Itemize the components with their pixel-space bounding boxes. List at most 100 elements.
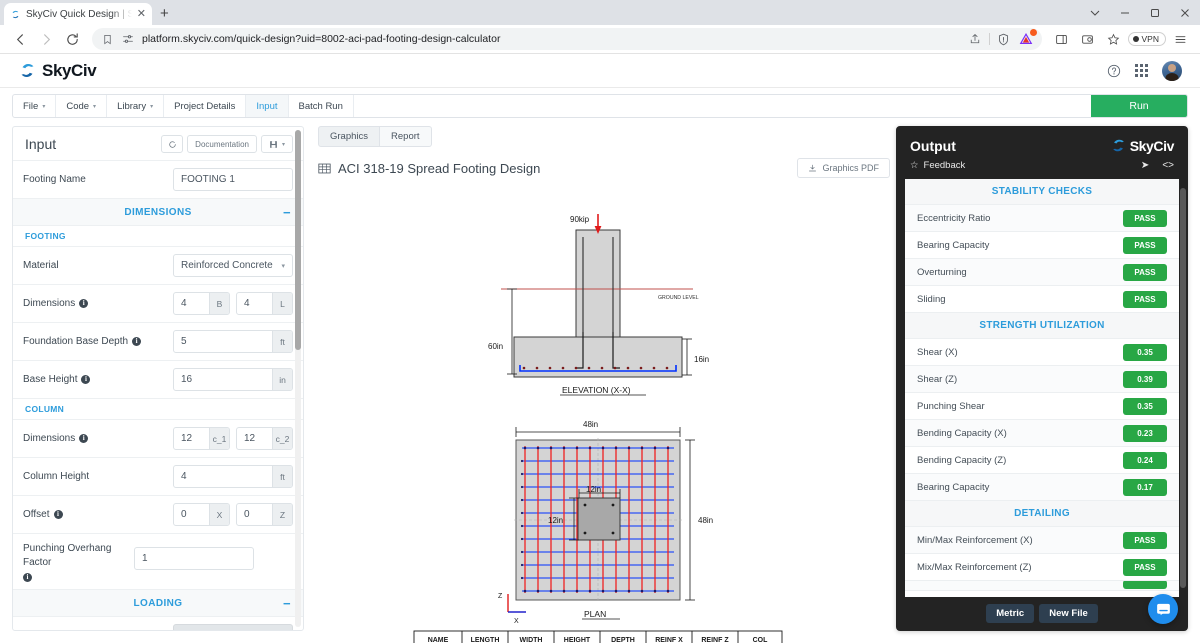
- address-bar[interactable]: platform.skyciv.com/quick-design?uid=800…: [92, 28, 1042, 50]
- output-row[interactable]: Shear (Z) 0.39: [905, 366, 1179, 393]
- graphics-title-row: ACI 318-19 Spread Footing Design Graphic…: [318, 158, 890, 178]
- info-icon[interactable]: i: [81, 375, 90, 384]
- column-c1-field[interactable]: c_1: [173, 427, 230, 450]
- menu-item-input[interactable]: Input: [246, 95, 288, 117]
- output-results-list[interactable]: STABILITY CHECKS Eccentricity Ratio PASS…: [905, 179, 1179, 597]
- feedback-button[interactable]: ☆ Feedback: [910, 160, 965, 171]
- forward-icon[interactable]: [34, 27, 58, 51]
- footing-dim-l-field[interactable]: L: [236, 292, 293, 315]
- new-file-button[interactable]: New File: [1039, 604, 1098, 623]
- menu-item-batch-run[interactable]: Batch Run: [289, 95, 354, 117]
- output-row[interactable]: Mix/Max Reinforcement (Z) PASS: [905, 554, 1179, 581]
- output-row[interactable]: Bearing Capacity PASS: [905, 232, 1179, 259]
- extension-icon[interactable]: [1018, 31, 1034, 47]
- base-height-input[interactable]: [174, 369, 272, 390]
- output-row[interactable]: Bending Capacity (Z) 0.24: [905, 447, 1179, 474]
- column-height-field[interactable]: ft: [173, 465, 293, 488]
- info-icon[interactable]: i: [79, 299, 88, 308]
- graphics-title-text: ACI 318-19 Spread Footing Design: [338, 161, 540, 176]
- input-scrollbar-track[interactable]: [295, 130, 301, 627]
- output-row[interactable]: Punching Shear 0.35: [905, 393, 1179, 420]
- base-depth-field[interactable]: ft: [173, 330, 293, 353]
- output-row[interactable]: Sliding PASS: [905, 286, 1179, 313]
- shield-icon[interactable]: [996, 31, 1012, 47]
- tab-graphics[interactable]: Graphics: [318, 126, 380, 147]
- footing-name-field[interactable]: [173, 168, 293, 191]
- tab-report[interactable]: Report: [380, 126, 432, 147]
- window-maximize-icon[interactable]: [1140, 0, 1170, 25]
- output-row[interactable]: Min/Max Reinforcement (X) PASS: [905, 527, 1179, 554]
- output-scrollbar-thumb[interactable]: [1180, 188, 1186, 588]
- info-icon[interactable]: i: [54, 510, 63, 519]
- material-select[interactable]: ▾: [173, 254, 293, 277]
- info-icon[interactable]: i: [23, 573, 32, 582]
- tab-search-chevron-icon[interactable]: [1080, 0, 1110, 25]
- collapse-icon[interactable]: −: [283, 597, 291, 610]
- reload-icon[interactable]: [60, 27, 84, 51]
- back-icon[interactable]: [8, 27, 32, 51]
- load-cases-open-table-button[interactable]: Open Table: [173, 624, 293, 631]
- share-icon[interactable]: [967, 31, 983, 47]
- offset-z-field[interactable]: Z: [236, 503, 293, 526]
- chat-widget-button[interactable]: [1148, 594, 1178, 624]
- screenshot-icon[interactable]: [1076, 27, 1100, 51]
- column-height-label: Column Height: [23, 471, 167, 482]
- apps-grid-icon[interactable]: [1135, 64, 1148, 77]
- footing-name-input[interactable]: [174, 169, 292, 190]
- base-depth-input[interactable]: [174, 331, 272, 352]
- side-panel-icon[interactable]: [1050, 27, 1074, 51]
- menu-item-project-details[interactable]: Project Details: [164, 95, 246, 117]
- column-c2-input[interactable]: [237, 428, 272, 449]
- window-minimize-icon[interactable]: [1110, 0, 1140, 25]
- tab-close-icon[interactable]: ✕: [137, 9, 146, 20]
- base-height-field[interactable]: in: [173, 368, 293, 391]
- offset-x-field[interactable]: X: [173, 503, 230, 526]
- skyciv-logo[interactable]: SkyCiv: [18, 61, 96, 81]
- footing-dim-b-field[interactable]: B: [173, 292, 230, 315]
- site-settings-icon[interactable]: [121, 32, 135, 46]
- column-c2-field[interactable]: c_2: [236, 427, 293, 450]
- help-icon[interactable]: [1107, 64, 1121, 78]
- column-c1-input[interactable]: [174, 428, 209, 449]
- offset-x-input[interactable]: [174, 504, 209, 525]
- section-loading[interactable]: LOADING −: [13, 589, 303, 616]
- graphics-pdf-button[interactable]: Graphics PDF: [797, 158, 890, 178]
- metric-button[interactable]: Metric: [986, 604, 1034, 623]
- refresh-button[interactable]: [161, 135, 183, 153]
- output-row[interactable]: Eccentricity Ratio PASS: [905, 205, 1179, 232]
- output-row[interactable]: Bending Capacity (X) 0.23: [905, 420, 1179, 447]
- column-c2-unit: c_2: [272, 428, 292, 449]
- offset-z-input[interactable]: [237, 504, 272, 525]
- share-icon[interactable]: ➤: [1141, 160, 1149, 171]
- documentation-button[interactable]: Documentation: [187, 135, 257, 153]
- menu-item-library[interactable]: Library ▾: [107, 95, 164, 117]
- output-row[interactable]: Shear (X) 0.35: [905, 339, 1179, 366]
- output-row[interactable]: Overturning PASS: [905, 259, 1179, 286]
- output-row[interactable]: Bearing Capacity 0.17: [905, 474, 1179, 501]
- column-height-input[interactable]: [174, 466, 272, 487]
- footing-dim-b-input[interactable]: [174, 293, 209, 314]
- input-scrollbar-thumb[interactable]: [295, 130, 301, 350]
- browser-tab[interactable]: SkyCiv Quick Design | SkyCiv Pl ✕: [4, 3, 152, 25]
- avatar[interactable]: [1162, 61, 1182, 81]
- material-input[interactable]: [174, 255, 281, 276]
- punching-input[interactable]: [135, 548, 253, 569]
- output-row[interactable]: [905, 581, 1179, 591]
- collapse-icon[interactable]: −: [283, 206, 291, 219]
- menu-item-file[interactable]: File ▾: [13, 95, 56, 117]
- menu-item-code[interactable]: Code ▾: [56, 95, 107, 117]
- browser-menu-icon[interactable]: [1168, 27, 1192, 51]
- bookmark-star-icon[interactable]: [1102, 27, 1126, 51]
- code-icon[interactable]: <>: [1162, 160, 1174, 171]
- info-icon[interactable]: i: [79, 434, 88, 443]
- vpn-button[interactable]: VPN: [1128, 32, 1166, 46]
- footing-dim-l-input[interactable]: [237, 293, 272, 314]
- punching-field[interactable]: [134, 547, 254, 570]
- save-dropdown-button[interactable]: ▾: [261, 135, 293, 153]
- new-tab-button[interactable]: +: [160, 5, 169, 22]
- run-button[interactable]: Run: [1091, 95, 1187, 117]
- info-icon[interactable]: i: [132, 337, 141, 346]
- bookmark-sidebar-icon[interactable]: [100, 32, 114, 46]
- window-close-icon[interactable]: [1170, 0, 1200, 25]
- section-dimensions[interactable]: DIMENSIONS −: [13, 198, 303, 225]
